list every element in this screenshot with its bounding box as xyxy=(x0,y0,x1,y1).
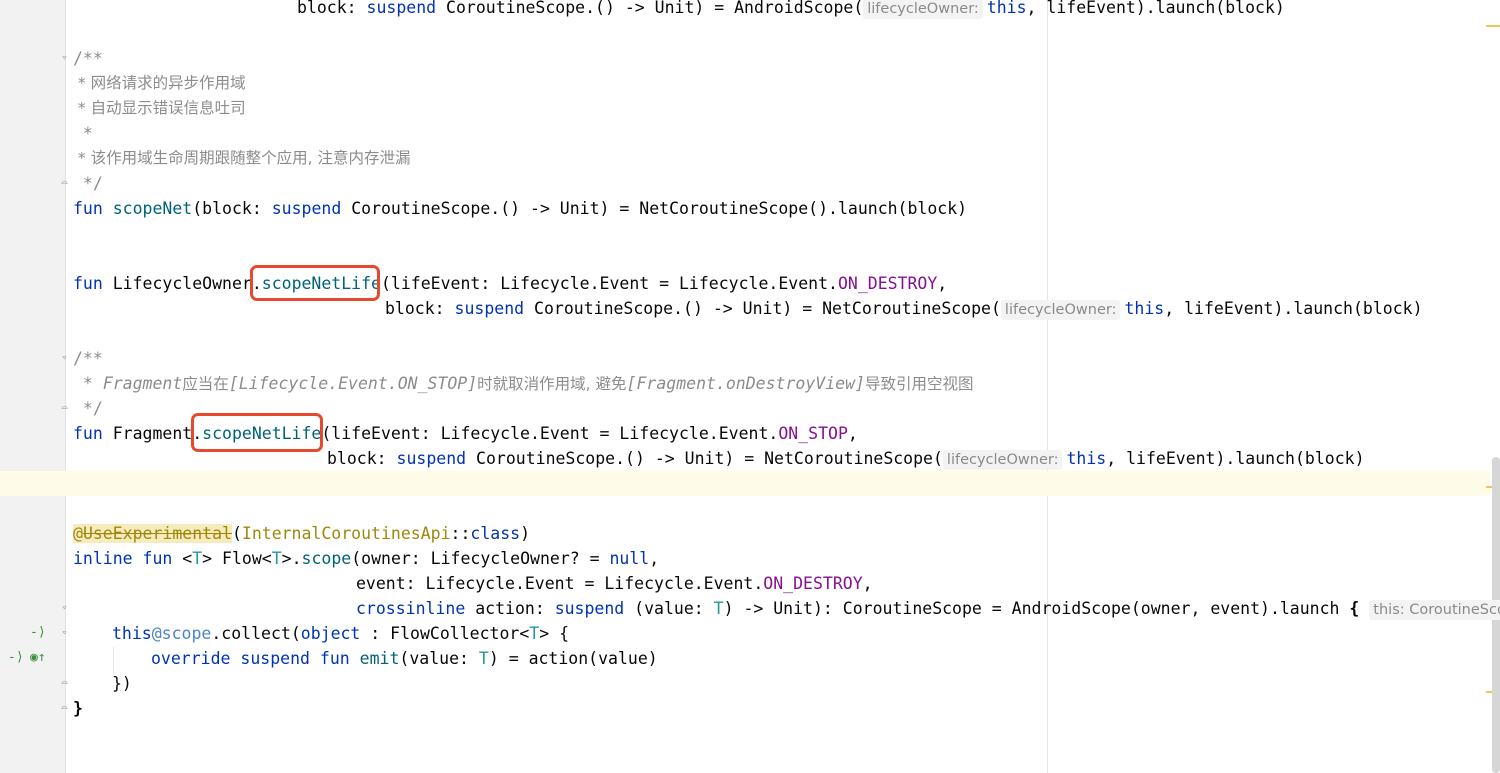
code-line[interactable]: block: suspend CoroutineScope.() -> Unit… xyxy=(297,0,1285,20)
code-line[interactable]: block: suspend CoroutineScope.() -> Unit… xyxy=(385,296,1423,321)
fold-marker-icon[interactable]: ⌔ xyxy=(59,603,70,614)
code-line[interactable]: event: Lifecycle.Event = Lifecycle.Event… xyxy=(356,571,873,596)
doc-comment-line[interactable]: * 该作用域生命周期跟随整个应用, 注意内存泄漏 xyxy=(73,146,411,171)
doc-comment-line[interactable]: * xyxy=(73,121,93,146)
parameter-hint: lifecycleOwner: xyxy=(942,450,1063,470)
code-line[interactable]: }) xyxy=(112,671,132,696)
doc-comment-line[interactable]: */ xyxy=(73,171,103,196)
code-line[interactable]: inline fun <T> Flow<T>.scope(owner: Life… xyxy=(73,546,659,571)
code-line[interactable]: } xyxy=(73,696,83,721)
code-line[interactable]: fun scopeNet(block: suspend CoroutineSco… xyxy=(73,196,967,221)
doc-comment-line[interactable]: * 自动显示错误信息吐司 xyxy=(73,96,246,121)
fold-marker-icon[interactable]: ⌓ xyxy=(59,178,70,189)
error-stripe-mark[interactable] xyxy=(1486,25,1500,27)
suspend-call-icon[interactable]: -⟩ xyxy=(8,651,24,665)
doc-comment-line[interactable]: /** xyxy=(73,46,103,71)
parameter-hint: lifecycleOwner: xyxy=(863,0,983,19)
code-line[interactable]: crossinline action: suspend (value: T) -… xyxy=(356,596,1500,621)
fold-marker-icon[interactable]: ⌓ xyxy=(59,403,70,414)
code-line[interactable]: fun LifecycleOwner.scopeNetLife(lifeEven… xyxy=(73,271,947,296)
current-line-highlight xyxy=(0,471,1490,496)
code-line[interactable]: block: suspend CoroutineScope.() -> Unit… xyxy=(327,446,1365,471)
fold-marker-icon[interactable]: ⌓ xyxy=(59,703,70,714)
fold-marker-icon[interactable]: ⌔ xyxy=(59,628,70,639)
fold-marker-icon[interactable]: ⌔ xyxy=(59,53,70,64)
highlight-box xyxy=(191,413,323,452)
parameter-hint: this: CoroutineScop xyxy=(1369,600,1500,620)
doc-comment-line[interactable]: */ xyxy=(73,396,103,421)
fold-marker-icon[interactable]: ⌔ xyxy=(59,353,70,364)
override-method-icon[interactable]: ◉↑ xyxy=(30,651,46,665)
code-line[interactable]: @UseExperimental(InternalCoroutinesApi::… xyxy=(73,521,530,546)
code-line[interactable]: this@scope.collect(object : FlowCollecto… xyxy=(112,621,569,646)
suspend-call-icon[interactable]: -⟩ xyxy=(30,626,46,640)
code-line[interactable]: override suspend fun emit(value: T) = ac… xyxy=(151,646,658,671)
fold-marker-icon[interactable]: ⌓ xyxy=(59,678,70,689)
doc-comment-line[interactable]: * Fragment应当在[Lifecycle.Event.ON_STOP]时就… xyxy=(73,371,974,396)
parameter-hint: lifecycleOwner: xyxy=(1000,300,1121,320)
highlight-box xyxy=(250,265,380,301)
right-margin-guide xyxy=(1047,0,1048,773)
doc-comment-line[interactable]: * 网络请求的异步作用域 xyxy=(73,71,246,96)
doc-comment-line[interactable]: /** xyxy=(73,346,103,371)
